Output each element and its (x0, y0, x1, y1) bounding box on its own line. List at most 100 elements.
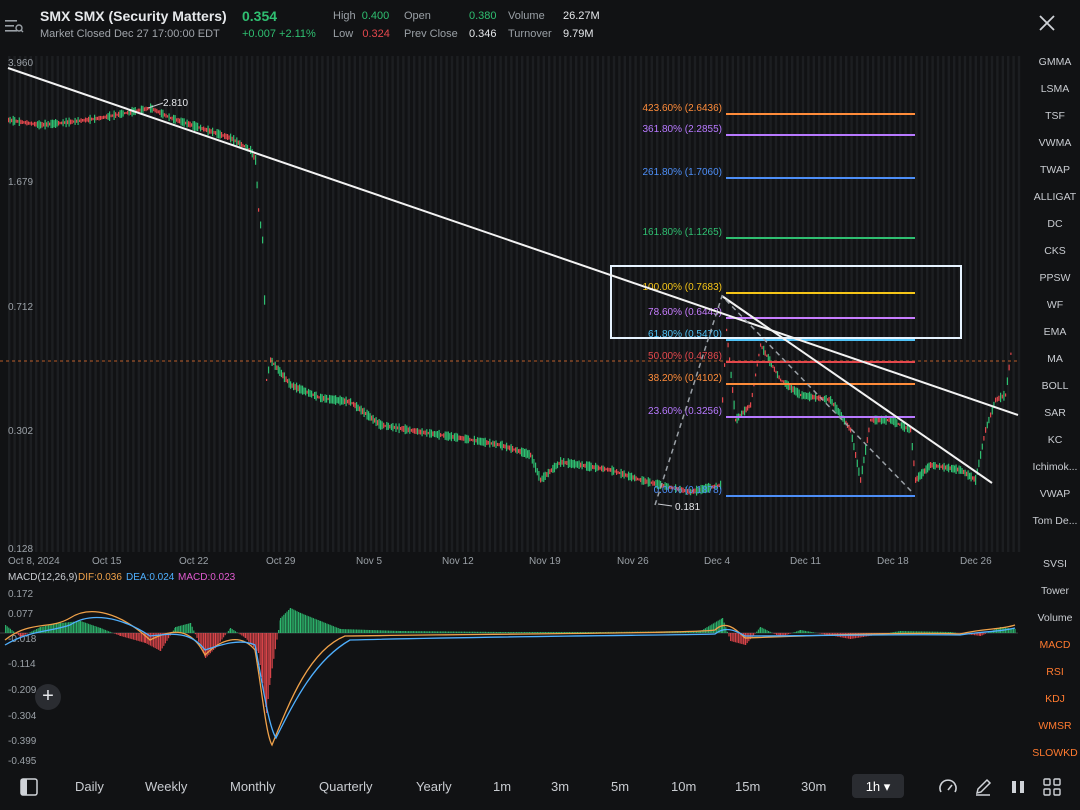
low-value: 0.324 (362, 28, 390, 40)
chart-canvas[interactable]: 3.960 1.679 0.712 0.302 0.128 423.60% (2… (0, 52, 1030, 770)
period-toolbar: Daily Weekly Monthly Quarterly Yearly 1m… (0, 770, 1080, 810)
last-price: 0.354 (242, 8, 278, 24)
volume-label: Volume (508, 10, 545, 22)
macd-value: MACD:0.023 (178, 572, 236, 583)
turnover-value: 9.79M (563, 28, 594, 40)
x-tick: Nov 12 (442, 556, 474, 567)
indicator-menu: GMMA LSMA TSF VWMA TWAP ALLIGAT DC CKS P… (1030, 52, 1080, 770)
macd-y-tick: 0.077 (8, 609, 33, 620)
period-1h-selected[interactable]: 1h ▾ (852, 774, 904, 798)
period-3m[interactable]: 3m (551, 779, 569, 794)
overlay-alligator[interactable]: ALLIGAT (1030, 191, 1080, 203)
macd-y-tick: -0.209 (8, 685, 37, 696)
period-1m[interactable]: 1m (493, 779, 511, 794)
high-label: High (333, 10, 356, 22)
period-15m[interactable]: 15m (735, 779, 760, 794)
period-yearly[interactable]: Yearly (416, 779, 452, 794)
grid-menu-icon[interactable] (1042, 777, 1062, 797)
indicator-wmsr[interactable]: WMSR (1030, 720, 1080, 732)
y-tick: 1.679 (8, 177, 33, 188)
overlay-cks[interactable]: CKS (1030, 245, 1080, 257)
high-value: 0.400 (361, 10, 390, 22)
active-period-label: 1h ▾ (865, 779, 891, 794)
draw-pen-icon[interactable] (973, 777, 993, 797)
dea-line (4, 616, 1016, 740)
y-tick: 0.302 (8, 426, 33, 437)
indicator-tower[interactable]: Tower (1030, 585, 1080, 597)
x-tick: Oct 22 (179, 556, 209, 567)
overlay-dc[interactable]: DC (1030, 218, 1080, 230)
low-marker-line (657, 503, 673, 507)
volume-stat: Volume (508, 10, 545, 22)
fib-level-label: 423.60% (2.6436) (642, 103, 722, 114)
quote-header: SMX SMX (Security Matters) 0.354 Market … (0, 0, 1080, 52)
overlay-ma[interactable]: MA (1030, 353, 1080, 365)
x-tick: Nov 26 (617, 556, 649, 567)
overlay-boll[interactable]: BOLL (1030, 380, 1080, 392)
macd-y-tick: -0.114 (8, 659, 36, 670)
layout-toggle-icon[interactable] (20, 778, 38, 796)
turnover-stat: Turnover (508, 28, 552, 40)
overlay-ichimoku[interactable]: Ichimok... (1030, 461, 1080, 473)
period-weekly[interactable]: Weekly (145, 779, 187, 794)
overlay-vwap[interactable]: VWAP (1030, 488, 1080, 500)
overlay-twap[interactable]: TWAP (1030, 164, 1080, 176)
y-tick: 0.128 (8, 544, 33, 555)
indicator-kdj[interactable]: KDJ (1030, 693, 1080, 705)
overlay-vwma[interactable]: VWMA (1030, 137, 1080, 149)
x-tick: Oct 15 (92, 556, 122, 567)
macd-y-tick: 0.172 (8, 589, 33, 600)
x-tick: Nov 5 (356, 556, 383, 567)
change-value: +0.007 (242, 28, 276, 40)
overlay-gmma[interactable]: GMMA (1030, 56, 1080, 68)
period-10m[interactable]: 10m (671, 779, 696, 794)
open-label: Open (404, 10, 431, 22)
close-icon[interactable] (1036, 12, 1058, 34)
change-percent: +2.11% (279, 28, 316, 40)
indicator-volume[interactable]: Volume (1030, 612, 1080, 624)
x-tick: Dec 18 (877, 556, 909, 567)
market-status: Market Closed Dec 27 17:00:00 EDT (40, 28, 220, 40)
price-change: +0.007 +2.11% (242, 28, 316, 40)
indicator-slowkd[interactable]: SLOWKD (1030, 747, 1080, 759)
high-stat: High 0.400 (333, 10, 389, 22)
fib-level-label: 100.00% (0.7683) (642, 282, 722, 293)
period-quarterly[interactable]: Quarterly (319, 779, 372, 794)
fib-level-label: 361.80% (2.2855) (642, 124, 722, 135)
period-monthly[interactable]: Monthly (230, 779, 276, 794)
open-value: 0.380 (469, 10, 497, 22)
open-stat: Open (404, 10, 431, 22)
indicator-rsi[interactable]: RSI (1030, 666, 1080, 678)
x-tick: Dec 26 (960, 556, 992, 567)
overlay-sar[interactable]: SAR (1030, 407, 1080, 419)
period-5m[interactable]: 5m (611, 779, 629, 794)
overlay-ema[interactable]: EMA (1030, 326, 1080, 338)
low-label: Low (333, 28, 354, 40)
overlay-ppsw[interactable]: PPSW (1030, 272, 1080, 284)
date-axis: Oct 8, 2024 Oct 15 Oct 22 Oct 29 Nov 5 N… (8, 556, 992, 567)
indicator-macd[interactable]: MACD (1030, 639, 1080, 651)
overlay-tom-demark[interactable]: Tom De... (1030, 515, 1080, 527)
overlay-lsma[interactable]: LSMA (1030, 83, 1080, 95)
x-tick: Nov 19 (529, 556, 561, 567)
macd-dif: DIF:0.036 (78, 572, 122, 583)
period-30m[interactable]: 30m (801, 779, 826, 794)
stock-title: SMX SMX (Security Matters) (40, 8, 227, 24)
speedometer-icon[interactable] (938, 777, 958, 797)
session-bands (8, 56, 1021, 552)
candle-style-icon[interactable] (1008, 777, 1028, 797)
fib-level-label: 161.80% (1.1265) (642, 227, 722, 238)
macd-legend-name: MACD(12,26,9) (8, 572, 77, 583)
overlay-kc[interactable]: KC (1030, 434, 1080, 446)
menu-icon[interactable] (4, 16, 24, 36)
indicator-svsi[interactable]: SVSI (1030, 558, 1080, 570)
macd-dea: DEA:0.024 (126, 572, 175, 583)
overlay-wf[interactable]: WF (1030, 299, 1080, 311)
add-indicator-button[interactable]: + (35, 684, 61, 710)
prev-close-value: 0.346 (469, 28, 497, 40)
macd-axis: 0.172 0.077 -0.018 -0.114 -0.209 -0.304 … (8, 589, 37, 767)
period-daily[interactable]: Daily (75, 779, 104, 794)
macd-legend: MACD(12,26,9) DIF:0.036 DEA:0.024 MACD:0… (8, 572, 236, 583)
overlay-tsf[interactable]: TSF (1030, 110, 1080, 122)
prev-close-label: Prev Close (404, 28, 458, 40)
